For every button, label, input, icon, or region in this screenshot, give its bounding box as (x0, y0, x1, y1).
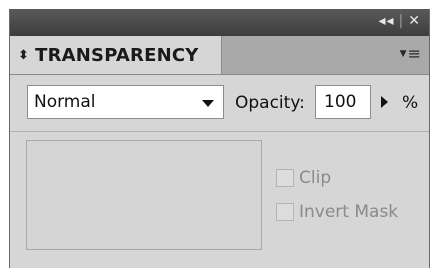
clip-option[interactable]: Clip (276, 168, 331, 188)
opacity-slider-arrow-icon[interactable] (381, 96, 388, 108)
invert-mask-option[interactable]: Invert Mask (276, 202, 398, 222)
titlebar-separator: | (398, 13, 405, 29)
tab-title: TRANSPARENCY (35, 44, 199, 66)
clip-label: Clip (299, 168, 332, 188)
chevron-down-icon[interactable] (202, 100, 214, 107)
percent-sign: % (402, 93, 419, 113)
blend-controls-row: Normal Opacity: 100 % (10, 75, 429, 132)
invert-mask-checkbox[interactable] (276, 203, 294, 221)
updown-arrows-icon[interactable]: ⬍ (18, 48, 29, 63)
opacity-value: 100 (324, 92, 357, 112)
blend-mode-value: Normal (34, 92, 96, 112)
tab-row: ⬍ TRANSPARENCY ▼≡ (10, 36, 429, 75)
close-icon[interactable]: ✕ (408, 13, 421, 29)
mask-thumbnail[interactable] (26, 140, 262, 250)
clip-checkbox[interactable] (276, 169, 294, 187)
panel-menu-icon[interactable]: ▼≡ (400, 44, 421, 63)
transparency-panel: ◂◂ | ✕ ⬍ TRANSPARENCY ▼≡ Normal Opacity: 1… (9, 9, 430, 268)
invert-mask-label: Invert Mask (299, 202, 399, 222)
opacity-input[interactable]: 100 (315, 85, 371, 119)
titlebar-controls: ◂◂ | ✕ (378, 13, 421, 29)
tab-transparency[interactable]: ⬍ TRANSPARENCY (10, 36, 222, 74)
blend-mode-dropdown[interactable]: Normal (27, 85, 224, 119)
panel-titlebar[interactable]: ◂◂ | ✕ (10, 9, 429, 36)
collapse-icon[interactable]: ◂◂ (378, 13, 394, 29)
opacity-label: Opacity: (235, 93, 305, 113)
